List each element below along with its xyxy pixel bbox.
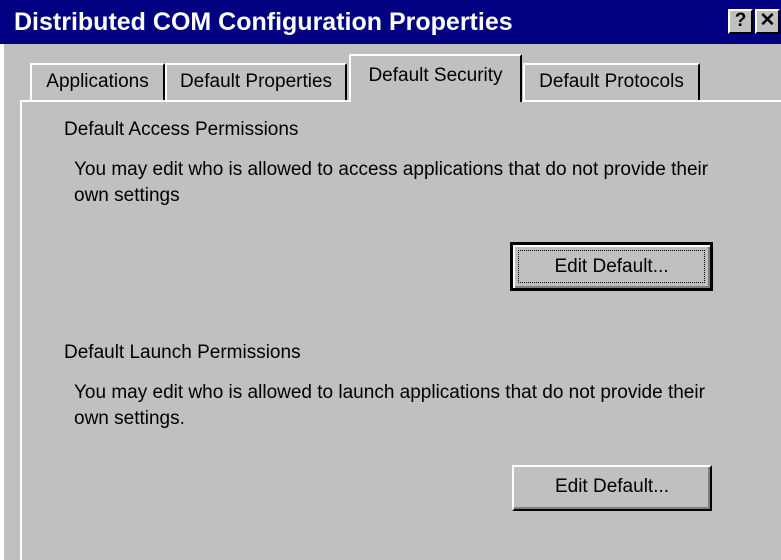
window-title: Distributed COM Configuration Properties (14, 8, 513, 36)
edit-default-access-label: Edit Default... (518, 250, 705, 283)
launch-permissions-description: You may edit who is allowed to launch ap… (74, 382, 705, 429)
tab-applications[interactable]: Applications (30, 63, 165, 100)
access-permissions-legend: Default Access Permissions (60, 119, 303, 141)
close-icon: ✕ (759, 10, 776, 31)
help-button[interactable]: ? (728, 9, 753, 34)
tab-default-security[interactable]: Default Security (349, 54, 522, 102)
close-button[interactable]: ✕ (755, 9, 780, 34)
edit-default-launch-button[interactable]: Edit Default... (512, 465, 712, 511)
tab-default-protocols[interactable]: Default Protocols (523, 63, 700, 100)
access-permissions-description: You may edit who is allowed to access ap… (74, 159, 709, 206)
window-left-edge (0, 44, 4, 560)
dcom-properties-window: Distributed COM Configuration Properties… (0, 0, 781, 560)
title-bar[interactable]: Distributed COM Configuration Properties… (0, 0, 781, 44)
help-icon: ? (734, 10, 747, 31)
edit-default-access-button[interactable]: Edit Default... (510, 242, 713, 291)
tab-default-properties[interactable]: Default Properties (165, 63, 347, 100)
launch-permissions-legend: Default Launch Permissions (60, 342, 305, 364)
